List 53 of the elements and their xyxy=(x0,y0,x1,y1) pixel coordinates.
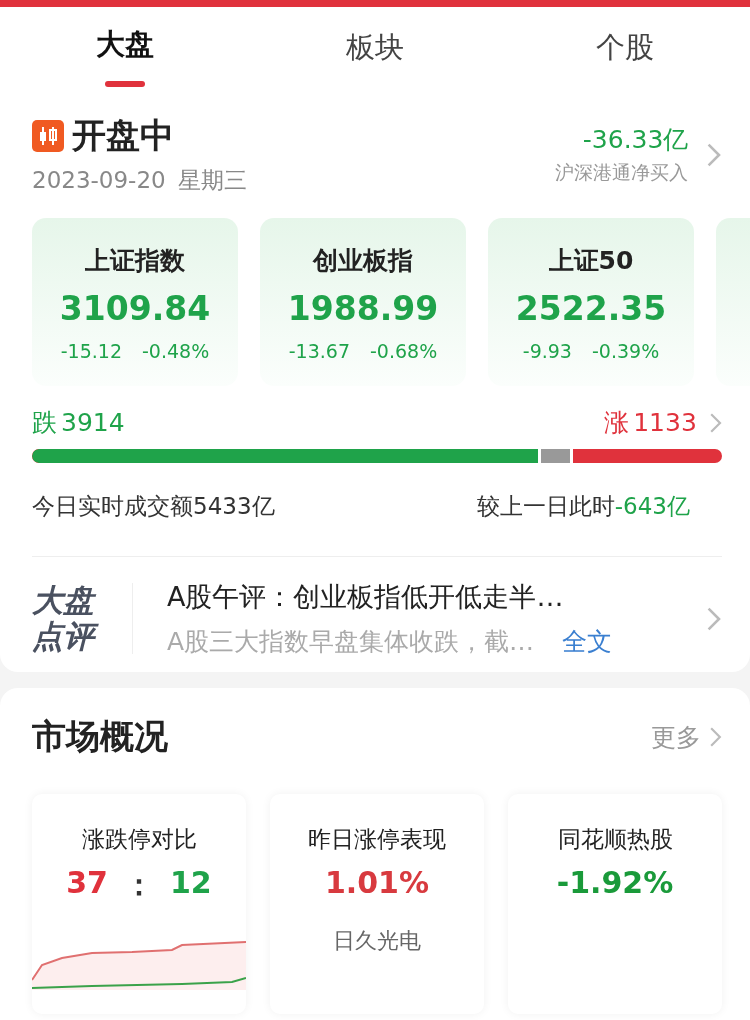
limit-up-count: 37 xyxy=(66,865,108,902)
index-name: 上证50 xyxy=(548,245,634,277)
index-change: -13.67 xyxy=(288,340,350,362)
index-value: 2522.35 xyxy=(515,289,667,328)
chevron-icon[interactable] xyxy=(709,726,722,748)
index-change: -15.12 xyxy=(60,340,122,362)
limit-down-count: 12 xyxy=(170,865,212,902)
index-value: 1988.99 xyxy=(287,289,439,328)
tab[interactable]: 板块 xyxy=(250,7,500,89)
index-card[interactable]: 创业板指 1988.99 -13.67 -0.68% xyxy=(260,218,466,386)
index-change: -9.93 xyxy=(522,340,572,362)
stat-value: 1.01% xyxy=(324,865,430,900)
chevron-icon[interactable] xyxy=(706,141,722,168)
overview-card[interactable]: 涨跌停对比 37 ： 12 xyxy=(32,794,246,1014)
tab[interactable]: 个股 xyxy=(500,7,750,89)
stat-value: -1.92% xyxy=(556,865,674,900)
fall-count: 3914 xyxy=(61,408,125,437)
index-percent: -0.68% xyxy=(370,340,438,362)
card-title: 昨日涨停表现 xyxy=(308,825,446,854)
full-text-link[interactable]: 全文 xyxy=(562,625,613,658)
flat-segment xyxy=(537,449,573,463)
section-title: 市场概况 xyxy=(32,715,168,758)
rise-count: 1133 xyxy=(633,408,697,437)
turnover-text: 今日实时成交额5433亿 xyxy=(32,492,275,521)
rise-label: 涨 xyxy=(604,408,630,437)
chevron-icon[interactable] xyxy=(706,605,722,632)
card-title: 涨跌停对比 xyxy=(81,825,197,854)
card-title: 同花顺热股 xyxy=(557,825,673,854)
index-name: 上证指数 xyxy=(85,245,185,277)
candlestick-icon xyxy=(32,120,64,152)
stock-name: 日久光电 xyxy=(333,927,421,955)
index-percent: -0.39% xyxy=(591,340,660,362)
fall-label: 跌 xyxy=(32,408,57,437)
weekday-text: 星期三 xyxy=(177,167,247,193)
index-card[interactable]: 上证指数 3109.84 -15.12 -0.48% xyxy=(32,218,238,386)
ratio-separator: ： xyxy=(124,866,154,904)
index-name: 创业板指 xyxy=(313,245,413,277)
tab[interactable]: 大盘 xyxy=(0,7,250,89)
commentary-headline[interactable]: A股午评：创业板指低开低走半… xyxy=(167,579,707,615)
overview-card[interactable]: 昨日涨停表现 1.01% 日久光电 xyxy=(270,794,484,1014)
commentary-logo: 大盘 点评 xyxy=(32,582,133,655)
compare-value: -643亿 xyxy=(614,493,690,519)
net-flow-label: 沪深港通净买入 xyxy=(555,160,689,185)
chevron-icon[interactable] xyxy=(708,411,722,434)
commentary-summary: A股三大指数早盘集体收跌，截… xyxy=(167,626,535,658)
index-card[interactable]: 上证50 2522.35 -9.93 -0.39% xyxy=(488,218,694,386)
compare-label: 较上一日此时 xyxy=(476,493,615,519)
index-percent: -0.48% xyxy=(142,340,210,362)
net-flow-value: -36.33亿 xyxy=(581,124,689,156)
date-text: 2023-09-20 xyxy=(32,167,166,193)
overview-card[interactable]: 同花顺热股 -1.92% xyxy=(508,794,722,1014)
market-status: 开盘中 xyxy=(72,114,174,157)
index-value: 3109.84 xyxy=(59,289,211,328)
